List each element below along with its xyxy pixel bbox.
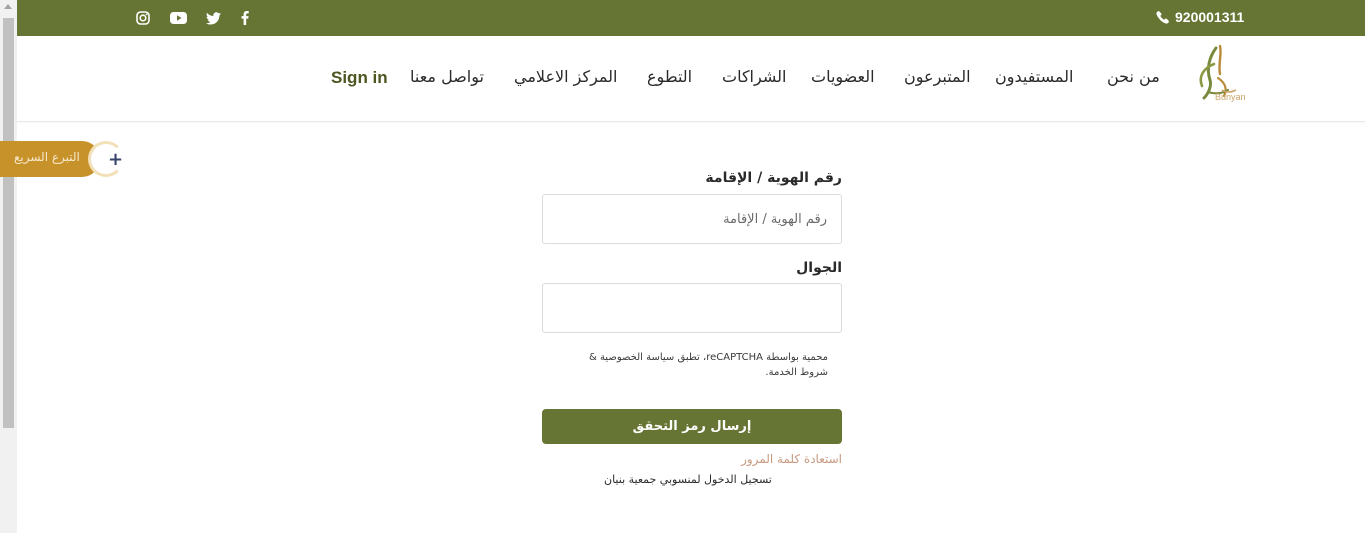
facebook-icon[interactable] <box>239 10 251 26</box>
phone-icon <box>1156 10 1169 24</box>
youtube-icon[interactable] <box>169 10 187 26</box>
staff-login-link[interactable]: تسجيل الدخول لمنسوبي جمعية بنيان <box>604 473 772 486</box>
top-bar: 920001311 <box>17 0 1365 36</box>
nav-partnerships[interactable]: الشراكات <box>722 67 786 86</box>
nav-beneficiaries[interactable]: المستفيدون <box>995 67 1073 86</box>
mobile-input[interactable] <box>542 283 842 333</box>
quick-donate-label: التبرع السريع <box>14 150 80 164</box>
twitter-icon[interactable] <box>205 10 221 26</box>
mobile-label: الجوال <box>796 260 842 276</box>
scroll-thumb[interactable] <box>3 18 14 428</box>
quick-donate-tab[interactable]: التبرع السريع <box>0 141 100 177</box>
plus-icon[interactable]: + <box>108 149 123 170</box>
recaptcha-notice: محمية بواسطة reCAPTCHA، تطبق سياسة الخصو… <box>588 352 828 378</box>
send-verification-code-button[interactable]: إرسال رمز التحقق <box>542 409 842 444</box>
bunyan-logo[interactable] <box>1184 44 1250 114</box>
phone-number[interactable]: 920001311 <box>1156 9 1244 25</box>
logo-text: Bunyan <box>1215 92 1246 102</box>
page-scrollbar[interactable] <box>0 0 17 533</box>
id-label: رقم الهوية / الإقامة <box>705 170 842 186</box>
instagram-icon[interactable] <box>135 10 151 26</box>
nav-media-center[interactable]: المركز الاعلامي <box>514 67 618 86</box>
nav-memberships[interactable]: العضويات <box>811 67 875 86</box>
nav-donors[interactable]: المتبرعون <box>904 67 971 86</box>
nav-volunteering[interactable]: التطوع <box>647 67 692 86</box>
phone-number-text: 920001311 <box>1175 9 1245 25</box>
forgot-password-link[interactable]: استعادة كلمة المرور <box>741 452 842 466</box>
scroll-up-arrow-icon[interactable] <box>4 4 12 9</box>
id-input[interactable] <box>542 194 842 244</box>
nav-about[interactable]: من نحن <box>1107 67 1160 86</box>
nav-sign-in[interactable]: Sign in <box>331 68 388 88</box>
main-header: Bunyan من نحن المستفيدون المتبرعون العضو… <box>17 36 1365 122</box>
nav-contact[interactable]: تواصل معنا <box>410 67 484 86</box>
